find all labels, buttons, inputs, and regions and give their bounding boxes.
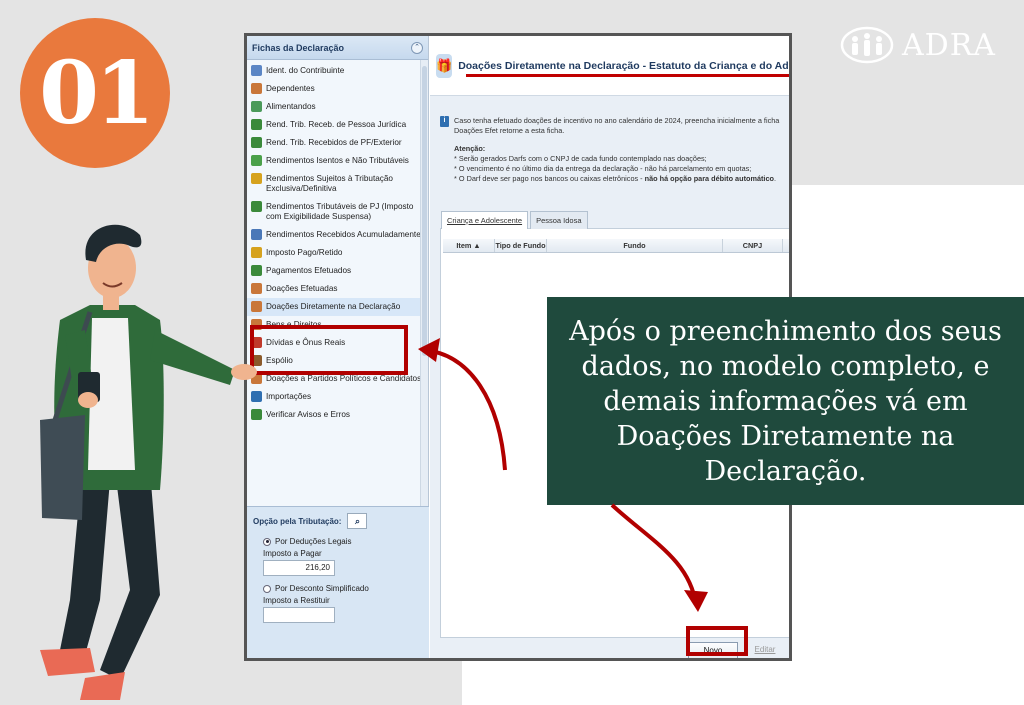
- sidebar-item-rend-trib-receb-de-pessoa-juridica[interactable]: Rend. Trib. Receb. de Pessoa Jurídica: [247, 116, 428, 134]
- sidebar-menu: Ident. do Contribuinte Dependentes Aliment…: [247, 60, 428, 530]
- clock-icon: [251, 229, 262, 240]
- attention-line-1: * Serão gerados Darfs com o CNPJ de cada…: [454, 154, 707, 163]
- radio-simplified[interactable]: Por Desconto Simplificado: [263, 584, 423, 593]
- tax-due-field: 216,20: [263, 560, 335, 576]
- info-text: Caso tenha efetuado doações de incentivo…: [454, 116, 780, 135]
- simplified-label: Por Desconto Simplificado: [275, 584, 369, 593]
- attention-line-3-end: .: [773, 174, 777, 183]
- person-illustration: [40, 224, 257, 700]
- instruction-text: Após o preenchimento dos seus dados, no …: [569, 315, 1002, 487]
- sidebar-item-label: Doações Diretamente na Declaração: [266, 302, 401, 311]
- sidebar-item-label: Rendimentos Isentos e Não Tributáveis: [266, 156, 409, 165]
- attention-line-3-text: * O Darf deve ser pago nos bancos ou cai…: [454, 174, 645, 183]
- adra-logo-text: ADRA: [902, 27, 996, 63]
- column-header-fundo[interactable]: Fundo: [547, 239, 723, 252]
- adra-logo: ADRA: [840, 26, 996, 64]
- gift-icon: [251, 301, 262, 312]
- sidebar-item-label: Doações Efetuadas: [266, 284, 338, 293]
- people-icon: [251, 101, 262, 112]
- refund-field: [263, 607, 335, 623]
- refund-label: Imposto a Restituir: [263, 596, 330, 605]
- sidebar-item-rendimentos-tributaveis-de-pj-imposto-com-exigibilidade-suspensa[interactable]: Rendimentos Tributáveis de PJ (Imposto c…: [247, 198, 428, 226]
- sidebar-item-label: Rend. Trib. Recebidos de PF/Exterior: [266, 138, 402, 147]
- money-icon: [251, 119, 262, 130]
- sidebar-item-label: Imposto Pago/Retido: [266, 248, 343, 257]
- sidebar-item-label: Verificar Avisos e Erros: [266, 410, 351, 419]
- sidebar-item-ident-do-contribuinte[interactable]: Ident. do Contribuinte: [247, 62, 428, 80]
- sidebar-item-label: Rendimentos Sujeitos à Tributação Exclus…: [266, 174, 393, 193]
- sidebar-title: Fichas da Declaração: [252, 42, 345, 53]
- coin-icon: [251, 247, 262, 258]
- info-section: i Caso tenha efetuado doações de incenti…: [430, 96, 789, 184]
- sidebar-item-label: Alimentandos: [266, 102, 316, 111]
- scrollbar-thumb[interactable]: [422, 66, 427, 356]
- table-header: Item ▲ Tipo de Fundo Fundo CNPJ: [443, 239, 789, 253]
- donation-icon: 🎁: [436, 53, 453, 78]
- sidebar-item-label: Rendimentos Recebidos Acumuladamente: [266, 230, 421, 239]
- highlight-new-button: [686, 626, 748, 656]
- sidebar-item-label: Pagamentos Efetuados: [266, 266, 352, 275]
- sidebar-item-imposto-pago-retido[interactable]: Imposto Pago/Retido: [247, 244, 428, 262]
- radio-button-checked[interactable]: [263, 537, 271, 546]
- import-icon: [251, 391, 262, 402]
- sidebar-item-label: Dependentes: [266, 84, 315, 93]
- sidebar-header: Fichas da Declaração ⌃: [247, 36, 428, 60]
- attention-line-2: * O vencimento é no último dia da entreg…: [454, 164, 752, 173]
- sidebar-item-doacoes-diretamente-na-declaracao[interactable]: Doações Diretamente na Declaração: [247, 298, 428, 316]
- check-icon: [251, 155, 262, 166]
- sidebar-item-label: Doações a Partidos Políticos e Candidato…: [266, 374, 422, 383]
- check-icon: [251, 409, 262, 420]
- edit-button[interactable]: Editar: [745, 642, 785, 658]
- attention-title: Atenção:: [454, 144, 486, 153]
- sidebar-item-dependentes[interactable]: Dependentes: [247, 80, 428, 98]
- sidebar-item-rendimentos-recebidos-acumuladamente[interactable]: Rendimentos Recebidos Acumuladamente: [247, 226, 428, 244]
- gift-icon: [251, 283, 262, 294]
- tab-bar: Criança e Adolescente Pessoa Idosa: [441, 211, 588, 229]
- money-icon: [251, 137, 262, 148]
- sidebar-item-label: Rendimentos Tributáveis de PJ (Imposto c…: [266, 202, 414, 221]
- warning-icon: [251, 173, 262, 184]
- tax-option-title: Opção pela Tributação:: [253, 516, 342, 526]
- card-icon: [251, 265, 262, 276]
- radio-button[interactable]: [263, 584, 271, 593]
- sidebar-item-pagamentos-efetuados[interactable]: Pagamentos Efetuados: [247, 262, 428, 280]
- tax-option-panel: Opção pela Tributação: ⌕ Por Deduções Le…: [247, 506, 429, 658]
- attention-line-3-bold: não há opção para débito automático: [644, 174, 774, 183]
- money-icon: [251, 201, 262, 212]
- instruction-callout: Após o preenchimento dos seus dados, no …: [547, 297, 1024, 505]
- step-number: 01: [39, 42, 155, 144]
- tab-crianca-adolescente[interactable]: Criança e Adolescente: [441, 211, 529, 229]
- content-header: 🎁 Doações Diretamente na Declaração - Es…: [430, 36, 789, 96]
- search-icon[interactable]: ⌕: [347, 513, 368, 529]
- person-icon: [251, 65, 262, 76]
- radio-legal-deductions[interactable]: Por Deduções Legais: [263, 537, 423, 546]
- collapse-icon[interactable]: ⌃: [411, 41, 423, 54]
- title-underline: [466, 74, 789, 77]
- column-header-item[interactable]: Item ▲: [443, 239, 495, 252]
- sidebar-item-label: Importações: [266, 392, 312, 401]
- sidebar-item-rend-trib-recebidos-de-pf-exterior[interactable]: Rend. Trib. Recebidos de PF/Exterior: [247, 134, 428, 152]
- sidebar-item-label: Rend. Trib. Receb. de Pessoa Jurídica: [266, 120, 407, 129]
- sidebar-item-label: Ident. do Contribuinte: [266, 66, 345, 75]
- sidebar-item-rendimentos-isentos-e-nao-tributaveis[interactable]: Rendimentos Isentos e Não Tributáveis: [247, 152, 428, 170]
- sidebar-scrollbar[interactable]: ⌄: [420, 60, 428, 530]
- legal-deductions-label: Por Deduções Legais: [275, 537, 352, 546]
- tab-pessoa-idosa[interactable]: Pessoa Idosa: [530, 211, 588, 229]
- sidebar-item-rendimentos-sujeitos-a-tributacao-exclusiva-definitiva[interactable]: Rendimentos Sujeitos à Tributação Exclus…: [247, 170, 428, 198]
- sidebar-item-importacoes[interactable]: Importações: [247, 388, 428, 406]
- sidebar-item-alimentandos[interactable]: Alimentandos: [247, 98, 428, 116]
- tax-due-label: Imposto a Pagar: [263, 549, 322, 558]
- column-header-tipo[interactable]: Tipo de Fundo: [495, 239, 547, 252]
- sidebar-item-doacoes-efetuadas[interactable]: Doações Efetuadas: [247, 280, 428, 298]
- info-icon: i: [440, 116, 449, 127]
- people-icon: [251, 83, 262, 94]
- step-badge: 01: [20, 18, 170, 168]
- sidebar-item-verificar-avisos-e-erros[interactable]: Verificar Avisos e Erros: [247, 406, 428, 424]
- adra-logo-icon: [840, 26, 894, 64]
- highlight-menu-item: [250, 325, 408, 375]
- column-header-cnpj[interactable]: CNPJ: [723, 239, 783, 252]
- attention-line-3: * O Darf deve ser pago nos bancos ou cai…: [454, 174, 787, 184]
- page-title: Doações Diretamente na Declaração - Esta…: [458, 59, 789, 72]
